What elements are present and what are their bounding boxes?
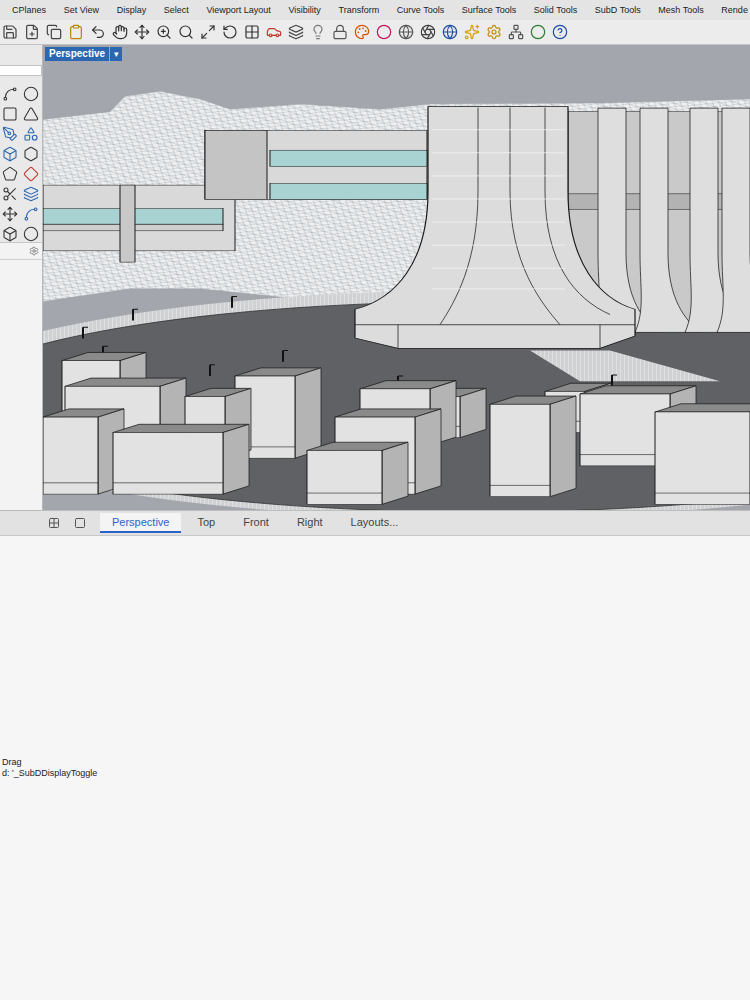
tower[interactable]	[355, 107, 635, 349]
command-line: Drag	[2, 757, 748, 768]
view-tab[interactable]: Front	[231, 513, 281, 533]
sidebar	[0, 45, 43, 510]
trim-icon[interactable]	[2, 186, 18, 202]
lamp-post[interactable]	[133, 309, 138, 320]
solid-icon[interactable]	[2, 226, 18, 242]
surface-icon[interactable]	[23, 186, 39, 202]
view-tab[interactable]: Right	[285, 513, 335, 533]
shapes-icon[interactable]	[23, 126, 39, 142]
toolbar-tab[interactable]: Select	[164, 5, 189, 15]
box-icon[interactable]	[2, 146, 18, 162]
toolbar-tab[interactable]: Display	[117, 5, 147, 15]
building-block[interactable]	[307, 442, 408, 504]
sidebar-tools	[0, 86, 42, 242]
blend-icon[interactable]	[23, 206, 39, 222]
building-block[interactable]	[655, 404, 750, 505]
building-top[interactable]	[205, 131, 427, 200]
toolbar-tab[interactable]: Set View	[64, 5, 99, 15]
pentagon-icon[interactable]	[2, 166, 18, 182]
pan-icon[interactable]	[112, 24, 128, 40]
toolbar	[0, 20, 750, 45]
zoom-extents-icon[interactable]	[200, 24, 216, 40]
sidebar-panel-bar	[0, 243, 42, 260]
render-aperture-icon[interactable]	[420, 24, 436, 40]
layers-icon[interactable]	[288, 24, 304, 40]
sidebar-panel	[0, 242, 42, 509]
square-icon[interactable]	[74, 517, 86, 529]
workspace: Perspective▾	[0, 45, 750, 510]
hexagon-icon[interactable]	[23, 146, 39, 162]
building-block[interactable]	[43, 409, 124, 494]
diamond-icon[interactable]	[23, 166, 39, 182]
lamp-post[interactable]	[83, 327, 88, 338]
gear-icon[interactable]	[29, 246, 39, 256]
undo-icon[interactable]	[90, 24, 106, 40]
viewport[interactable]: Perspective▾	[43, 45, 750, 510]
move-icon[interactable]	[134, 24, 150, 40]
view-tab[interactable]: Perspective	[100, 513, 181, 533]
view-tabs: PerspectiveTopFrontRightLayouts...	[0, 510, 750, 535]
record-icon[interactable]	[530, 24, 546, 40]
viewport-layout-icon[interactable]	[244, 24, 260, 40]
copy-icon[interactable]	[46, 24, 62, 40]
lamp-post[interactable]	[210, 365, 215, 376]
toolbar-tab[interactable]: SubD Tools	[595, 5, 641, 15]
building-block[interactable]	[490, 396, 576, 497]
environment-icon[interactable]	[442, 24, 458, 40]
save-icon[interactable]	[2, 24, 18, 40]
view-tab[interactable]: Layouts...	[339, 513, 411, 533]
view-tab[interactable]: Top	[185, 513, 227, 533]
toolbar-tab[interactable]: Viewport Layout	[206, 5, 270, 15]
new-file-icon[interactable]	[24, 24, 40, 40]
scene[interactable]	[43, 45, 750, 510]
building-block[interactable]	[113, 424, 249, 494]
viewport-dropdown[interactable]: ▾	[110, 47, 122, 61]
paste-icon[interactable]	[68, 24, 84, 40]
lamp-post[interactable]	[283, 350, 288, 361]
grid-icon[interactable]	[48, 517, 60, 529]
pen-icon[interactable]	[2, 126, 18, 142]
toolbar-tab[interactable]: Solid Tools	[534, 5, 577, 15]
toolbar-tab[interactable]: Visibility	[289, 5, 321, 15]
command-line: d: '_SubDDisplayToggle	[2, 768, 748, 779]
named-view-icon[interactable]	[266, 24, 282, 40]
toolbar-tab[interactable]: CPlanes	[12, 5, 46, 15]
viewport-label[interactable]: Perspective▾	[45, 47, 122, 61]
help-icon[interactable]	[552, 24, 568, 40]
zoom-in-icon[interactable]	[156, 24, 172, 40]
polygon-icon[interactable]	[23, 106, 39, 122]
history-icon[interactable]	[508, 24, 524, 40]
transform-icon[interactable]	[2, 206, 18, 222]
lamp-post[interactable]	[232, 296, 237, 307]
toolbar-tab[interactable]: Transform	[339, 5, 380, 15]
lock-icon[interactable]	[332, 24, 348, 40]
color-icon[interactable]	[376, 24, 392, 40]
toolbar-tabs: CPlanes Set View Display Select Viewport Lay…	[0, 0, 750, 20]
sidebar-field[interactable]	[0, 65, 42, 76]
zoom-window-icon[interactable]	[178, 24, 194, 40]
command-history: Dragd: '_SubDDisplayToggle	[0, 535, 750, 1000]
circle-icon[interactable]	[23, 86, 39, 102]
toolbar-tab[interactable]: Curve Tools	[397, 5, 444, 15]
curve-icon[interactable]	[2, 86, 18, 102]
toolbar-tab[interactable]: Surface Tools	[462, 5, 516, 15]
toolbar-tab[interactable]: Mesh Tools	[658, 5, 703, 15]
rhino-window: CPlanes Set View Display Select Viewport Lay…	[0, 0, 750, 1000]
rotate-view-icon[interactable]	[222, 24, 238, 40]
options-icon[interactable]	[486, 24, 502, 40]
sphere-icon[interactable]	[23, 226, 39, 242]
light-icon[interactable]	[310, 24, 326, 40]
plaza-path[interactable]	[530, 350, 720, 381]
rectangle-icon[interactable]	[2, 106, 18, 122]
material-icon[interactable]	[354, 24, 370, 40]
highlight-icon[interactable]	[464, 24, 480, 40]
viewport-title[interactable]: Perspective	[45, 47, 109, 61]
toolbar-tab[interactable]: Rende	[721, 5, 748, 15]
render-globe-icon[interactable]	[398, 24, 414, 40]
lamp-post[interactable]	[612, 375, 617, 386]
